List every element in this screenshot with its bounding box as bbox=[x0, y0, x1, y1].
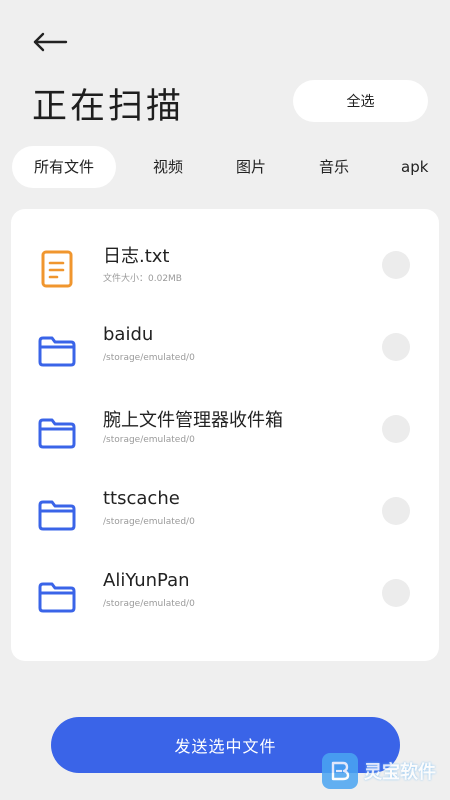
select-checkbox[interactable] bbox=[382, 415, 410, 443]
file-path: /storage/emulated/0 bbox=[103, 517, 195, 527]
file-path: /storage/emulated/0 bbox=[103, 435, 195, 445]
file-list: 日志.txt 文件大小：0.02MB baidu /storage/emulat… bbox=[11, 209, 439, 661]
file-name: AliYunPan bbox=[103, 570, 190, 591]
folder-icon bbox=[38, 418, 76, 449]
arrow-left-icon bbox=[33, 32, 68, 52]
tab-apk[interactable]: apk bbox=[401, 146, 428, 188]
list-item[interactable]: 日志.txt 文件大小：0.02MB bbox=[11, 229, 439, 311]
back-button[interactable] bbox=[30, 24, 70, 60]
list-item[interactable]: baidu /storage/emulated/0 bbox=[11, 311, 439, 393]
file-name: 腕上文件管理器收件箱 bbox=[103, 410, 283, 431]
file-path: /storage/emulated/0 bbox=[103, 353, 195, 363]
file-name: 日志.txt bbox=[103, 246, 170, 267]
select-checkbox[interactable] bbox=[382, 333, 410, 361]
watermark-logo-icon bbox=[322, 753, 358, 789]
tab-music[interactable]: 音乐 bbox=[319, 146, 349, 188]
select-checkbox[interactable] bbox=[382, 579, 410, 607]
file-name: ttscache bbox=[103, 488, 180, 509]
text-file-icon bbox=[41, 250, 73, 288]
file-size: 文件大小：0.02MB bbox=[103, 274, 182, 284]
file-path: /storage/emulated/0 bbox=[103, 599, 195, 609]
list-item[interactable]: ttscache /storage/emulated/0 bbox=[11, 475, 439, 557]
page-title: 正在扫描 bbox=[32, 87, 185, 127]
folder-icon bbox=[38, 582, 76, 613]
watermark: 灵宝软件 bbox=[322, 748, 446, 794]
select-all-button[interactable]: 全选 bbox=[293, 80, 428, 122]
scan-screen: 正在扫描 全选 所有文件 视频 图片 音乐 apk 日志.txt 文件大小：0.… bbox=[0, 0, 450, 800]
folder-icon bbox=[38, 336, 76, 367]
select-checkbox[interactable] bbox=[382, 497, 410, 525]
tab-video[interactable]: 视频 bbox=[153, 146, 183, 188]
category-tabs: 所有文件 视频 图片 音乐 apk bbox=[12, 146, 450, 188]
select-checkbox[interactable] bbox=[382, 251, 410, 279]
tab-image[interactable]: 图片 bbox=[236, 146, 266, 188]
file-name: baidu bbox=[103, 324, 154, 345]
folder-icon bbox=[38, 500, 76, 531]
list-item[interactable]: 腕上文件管理器收件箱 /storage/emulated/0 bbox=[11, 393, 439, 475]
watermark-text: 灵宝软件 bbox=[364, 762, 436, 783]
list-item[interactable]: AliYunPan /storage/emulated/0 bbox=[11, 557, 439, 639]
tab-all-files[interactable]: 所有文件 bbox=[12, 146, 117, 188]
